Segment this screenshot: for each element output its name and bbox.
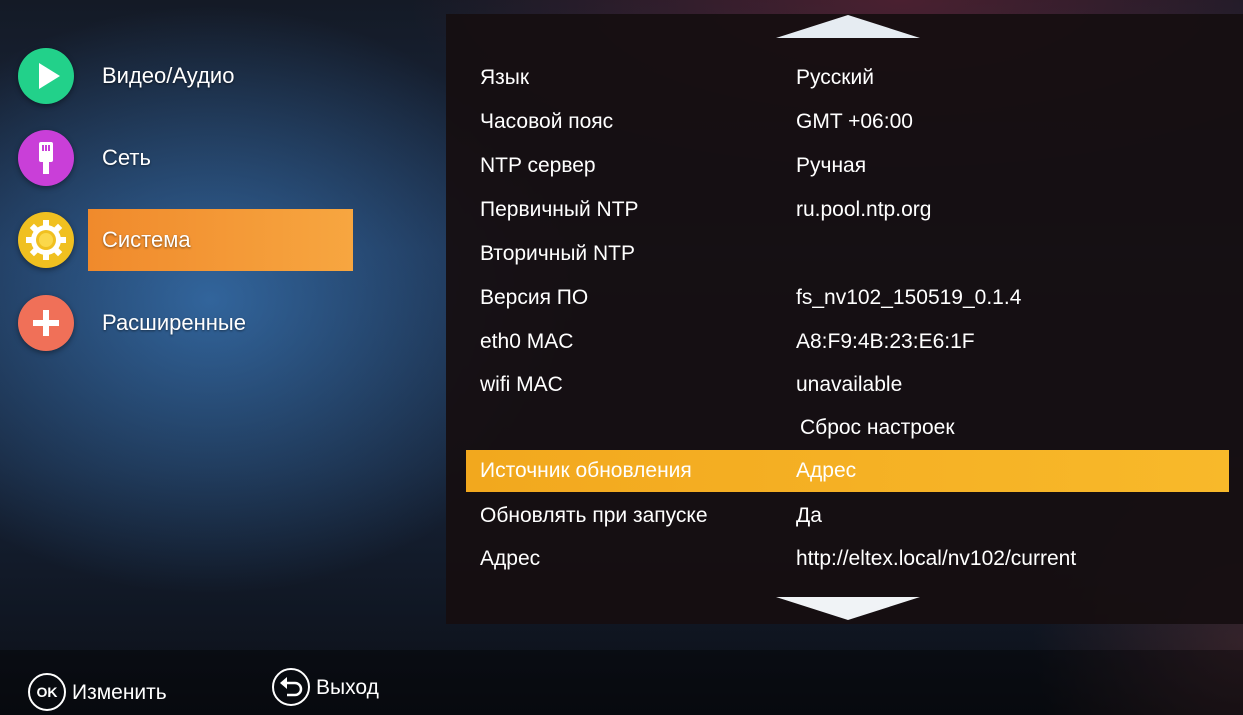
settings-panel: Язык Русский Часовой пояс GMT +06:00 NTP… <box>446 14 1243 624</box>
sidebar-item-network[interactable]: Сеть <box>0 127 440 189</box>
row-value: GMT +06:00 <box>796 110 913 133</box>
settings-row-ntp-server[interactable]: NTP сервер Ручная <box>466 146 1229 186</box>
sidebar-item-system[interactable]: Система <box>0 209 440 271</box>
back-arrow-icon <box>272 668 310 706</box>
row-value: fs_nv102_150519_0.1.4 <box>796 286 1022 309</box>
row-value: Адрес <box>796 459 857 482</box>
row-key: Обновлять при запуске <box>480 504 708 527</box>
exit-button[interactable]: Выход <box>272 668 402 708</box>
row-key: Версия ПО <box>480 286 589 309</box>
row-key: Язык <box>480 66 530 89</box>
plus-icon <box>18 295 74 351</box>
sidebar-item-label: Расширенные <box>102 310 246 335</box>
row-value: Сброс настроек <box>800 416 955 439</box>
row-key: eth0 MAC <box>480 330 574 353</box>
row-key: Адрес <box>480 547 541 570</box>
settings-row-firmware-version: Версия ПО fs_nv102_150519_0.1.4 <box>466 278 1229 318</box>
row-value: Ручная <box>796 154 867 177</box>
settings-row-timezone[interactable]: Часовой пояс GMT +06:00 <box>466 102 1229 142</box>
row-value: A8:F9:4B:23:E6:1F <box>796 330 975 353</box>
sidebar-item-label: Система <box>88 209 353 271</box>
play-icon <box>18 48 74 104</box>
settings-row-eth0-mac: eth0 MAC A8:F9:4B:23:E6:1F <box>466 322 1229 362</box>
settings-row-update-source[interactable]: Источник обновления Адрес <box>466 450 1229 492</box>
row-value: Русский <box>796 66 874 89</box>
scroll-up-icon[interactable] <box>775 14 921 40</box>
row-value: http://eltex.local/nv102/current <box>796 547 1077 570</box>
reset-settings-button[interactable]: Сброс настроек <box>466 408 1229 448</box>
row-value: unavailable <box>796 373 903 396</box>
sidebar-item-label: Видео/Аудио <box>102 63 235 88</box>
sidebar-item-label: Сеть <box>102 145 151 170</box>
row-value: Да <box>796 504 822 527</box>
settings-row-address[interactable]: Адрес http://eltex.local/nv102/current <box>466 539 1229 579</box>
footer-bar: OK Изменить Выход <box>0 650 1243 715</box>
row-key: Вторичный NTP <box>480 242 635 265</box>
row-key: Первичный NTP <box>480 198 639 221</box>
network-plug-icon <box>18 130 74 186</box>
settings-row-secondary-ntp[interactable]: Вторичный NTP <box>466 234 1229 274</box>
sidebar-item-advanced[interactable]: Расширенные <box>0 292 440 354</box>
row-key: NTP сервер <box>480 154 596 177</box>
row-key: wifi MAC <box>480 373 563 396</box>
ok-icon: OK <box>28 673 66 711</box>
row-value: ru.pool.ntp.org <box>796 198 932 221</box>
sidebar: Видео/Аудио Сеть Система Расширенные <box>0 0 440 640</box>
settings-row-primary-ntp[interactable]: Первичный NTP ru.pool.ntp.org <box>466 190 1229 230</box>
row-key: Источник обновления <box>480 459 692 482</box>
scroll-down-icon[interactable] <box>775 596 921 622</box>
gear-icon <box>18 212 74 268</box>
settings-row-wifi-mac: wifi MAC unavailable <box>466 365 1229 405</box>
row-key: Часовой пояс <box>480 110 614 133</box>
exit-label: Выход <box>316 676 379 699</box>
sidebar-item-video-audio[interactable]: Видео/Аудио <box>0 45 440 107</box>
settings-row-update-on-boot[interactable]: Обновлять при запуске Да <box>466 496 1229 536</box>
settings-row-language[interactable]: Язык Русский <box>466 58 1229 98</box>
edit-button[interactable]: OK Изменить <box>28 673 188 713</box>
edit-label: Изменить <box>72 681 167 704</box>
